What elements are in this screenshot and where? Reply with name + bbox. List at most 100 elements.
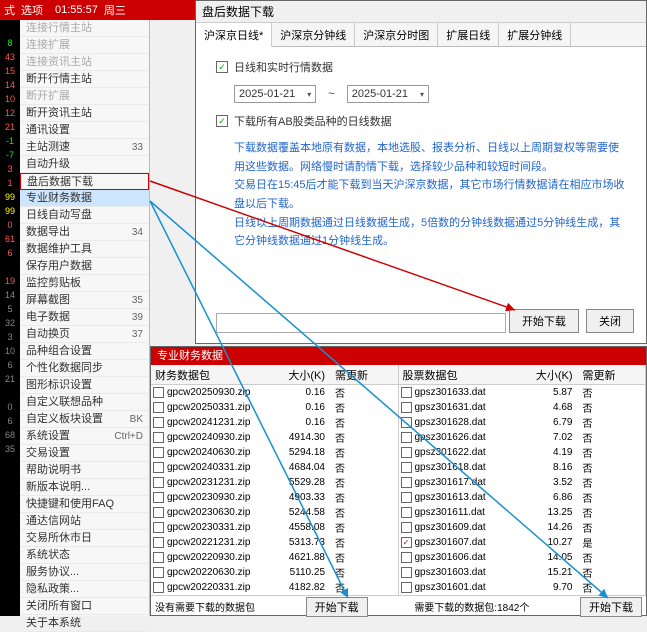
- checkbox-icon[interactable]: [401, 477, 412, 488]
- progress-input[interactable]: [216, 313, 506, 333]
- table-row[interactable]: gpcw20230630.zip5244.58否: [151, 505, 398, 520]
- checkbox-icon[interactable]: [153, 432, 164, 443]
- table-row[interactable]: gpsz301622.dat4.19否: [399, 445, 646, 460]
- menu-item[interactable]: 交易设置: [20, 445, 149, 462]
- col-name[interactable]: 股票数据包: [399, 367, 519, 383]
- checkbox-icon[interactable]: [153, 522, 164, 533]
- menu-item[interactable]: 断开资讯主站: [20, 105, 149, 122]
- menu-item[interactable]: 通达信网站: [20, 513, 149, 530]
- table-row[interactable]: gpsz301633.dat5.87否: [399, 385, 646, 400]
- menu-item[interactable]: 专业财务数据: [20, 190, 149, 207]
- table-row[interactable]: gpsz301626.dat7.02否: [399, 430, 646, 445]
- table-row[interactable]: gpcw20231231.zip5529.28否: [151, 475, 398, 490]
- menu-item[interactable]: 快捷键和使用FAQ: [20, 496, 149, 513]
- menu-item[interactable]: 品种组合设置: [20, 343, 149, 360]
- checkbox-icon[interactable]: [153, 567, 164, 578]
- menu-item[interactable]: 帮助说明书: [20, 462, 149, 479]
- checkbox-icon[interactable]: [401, 387, 412, 398]
- checkbox-icon[interactable]: [401, 447, 412, 458]
- table-row[interactable]: gpsz301606.dat14.05否: [399, 550, 646, 565]
- checkbox-icon[interactable]: [153, 447, 164, 458]
- table-row[interactable]: gpsz301631.dat4.68否: [399, 400, 646, 415]
- col-name[interactable]: 财务数据包: [151, 367, 271, 383]
- menu-item[interactable]: 断开行情主站: [20, 71, 149, 88]
- table-row[interactable]: gpsz301613.dat6.86否: [399, 490, 646, 505]
- checkbox-icon[interactable]: [401, 402, 412, 413]
- table-row[interactable]: gpcw20250930.zip0.16否: [151, 385, 398, 400]
- checkbox-all-ab[interactable]: ✓ 下载所有AB股类品种的日线数据: [216, 113, 626, 129]
- checkbox-icon[interactable]: [401, 492, 412, 503]
- menu-item[interactable]: 隐私政策...: [20, 581, 149, 598]
- menu-item[interactable]: 主站测速33: [20, 139, 149, 156]
- table-row[interactable]: gpcw20220930.zip4621.88否: [151, 550, 398, 565]
- checkbox-icon[interactable]: [153, 477, 164, 488]
- checkbox-icon[interactable]: [153, 582, 164, 593]
- menu-item[interactable]: 自动换页37: [20, 326, 149, 343]
- table-row[interactable]: gpcw20240930.zip4914.30否: [151, 430, 398, 445]
- tab[interactable]: 沪深京分时图: [355, 23, 438, 46]
- table-row[interactable]: gpcw20220630.zip5110.25否: [151, 565, 398, 580]
- table-row[interactable]: gpcw20241231.zip0.16否: [151, 415, 398, 430]
- checkbox-icon[interactable]: [401, 462, 412, 473]
- menu-item[interactable]: 交易所休市日: [20, 530, 149, 547]
- menu-item[interactable]: 自定义联想品种: [20, 394, 149, 411]
- table-row[interactable]: gpsz301609.dat14.26否: [399, 520, 646, 535]
- menu-item[interactable]: 日线自动写盘: [20, 207, 149, 224]
- col-update[interactable]: 需更新: [331, 367, 371, 383]
- col-size[interactable]: 大小(K): [271, 367, 331, 383]
- table-row[interactable]: gpcw20221231.zip5313.73否: [151, 535, 398, 550]
- menu-item[interactable]: 自动升级: [20, 156, 149, 173]
- close-button[interactable]: 关闭: [586, 309, 634, 333]
- table-row[interactable]: gpcw20240331.zip4684.04否: [151, 460, 398, 475]
- checkbox-icon[interactable]: [401, 567, 412, 578]
- menu-item[interactable]: 屏幕截图35: [20, 292, 149, 309]
- menu-item[interactable]: 系统状态: [20, 547, 149, 564]
- col-size[interactable]: 大小(K): [519, 367, 579, 383]
- menu-item[interactable]: 自定义板块设置BK: [20, 411, 149, 428]
- table-row[interactable]: gpsz301603.dat15.21否: [399, 565, 646, 580]
- menu-item[interactable]: 系统设置Ctrl+D: [20, 428, 149, 445]
- checkbox-icon[interactable]: [153, 417, 164, 428]
- checkbox-icon[interactable]: [153, 507, 164, 518]
- menu-item[interactable]: 数据导出34: [20, 224, 149, 241]
- checkbox-icon[interactable]: [153, 402, 164, 413]
- table-row[interactable]: gpsz301601.dat9.70否: [399, 580, 646, 595]
- checkbox-icon[interactable]: [401, 432, 412, 443]
- date-to[interactable]: 2025-01-21▾: [347, 85, 429, 103]
- checkbox-icon[interactable]: [153, 492, 164, 503]
- menu-item[interactable]: 关闭所有窗口: [20, 598, 149, 615]
- checkbox-icon[interactable]: [401, 582, 412, 593]
- table-row[interactable]: gpcw20230331.zip4558.08否: [151, 520, 398, 535]
- menu-item[interactable]: 保存用户数据: [20, 258, 149, 275]
- checkbox-daily-data[interactable]: ✓ 日线和实时行情数据: [216, 59, 626, 75]
- menu-item[interactable]: 图形标识设置: [20, 377, 149, 394]
- checkbox-icon[interactable]: [401, 522, 412, 533]
- checkbox-icon[interactable]: [401, 417, 412, 428]
- table-row[interactable]: gpcw20250331.zip0.16否: [151, 400, 398, 415]
- table-row[interactable]: gpcw20220331.zip4182.82否: [151, 580, 398, 595]
- checkbox-icon[interactable]: [153, 552, 164, 563]
- tab[interactable]: 扩展日线: [438, 23, 499, 46]
- menu-item[interactable]: 监控剪贴板: [20, 275, 149, 292]
- menu-item[interactable]: 关于本系统: [20, 615, 149, 632]
- table-row[interactable]: gpsz301617.dat3.52否: [399, 475, 646, 490]
- start-download-button[interactable]: 开始下载: [509, 309, 579, 333]
- checkbox-icon[interactable]: [153, 462, 164, 473]
- menu-item[interactable]: 服务协议...: [20, 564, 149, 581]
- checkbox-icon[interactable]: ✓: [401, 537, 412, 548]
- tab[interactable]: 扩展分钟线: [499, 23, 571, 46]
- date-from[interactable]: 2025-01-21▾: [234, 85, 316, 103]
- menu-item[interactable]: 新版本说明...: [20, 479, 149, 496]
- menu-item[interactable]: 个性化数据同步: [20, 360, 149, 377]
- table-row[interactable]: gpcw20230930.zip4903.33否: [151, 490, 398, 505]
- table-row[interactable]: gpsz301611.dat13.25否: [399, 505, 646, 520]
- col-update[interactable]: 需更新: [579, 367, 619, 383]
- tab[interactable]: 沪深京日线*: [196, 23, 272, 47]
- tab[interactable]: 沪深京分钟线: [272, 23, 355, 46]
- table-row[interactable]: gpsz301618.dat8.16否: [399, 460, 646, 475]
- start-download-right-button[interactable]: 开始下载: [580, 597, 642, 617]
- table-row[interactable]: ✓gpsz301607.dat10.27是: [399, 535, 646, 550]
- menu-item[interactable]: 数据维护工具: [20, 241, 149, 258]
- table-row[interactable]: gpsz301628.dat6.79否: [399, 415, 646, 430]
- checkbox-icon[interactable]: [153, 537, 164, 548]
